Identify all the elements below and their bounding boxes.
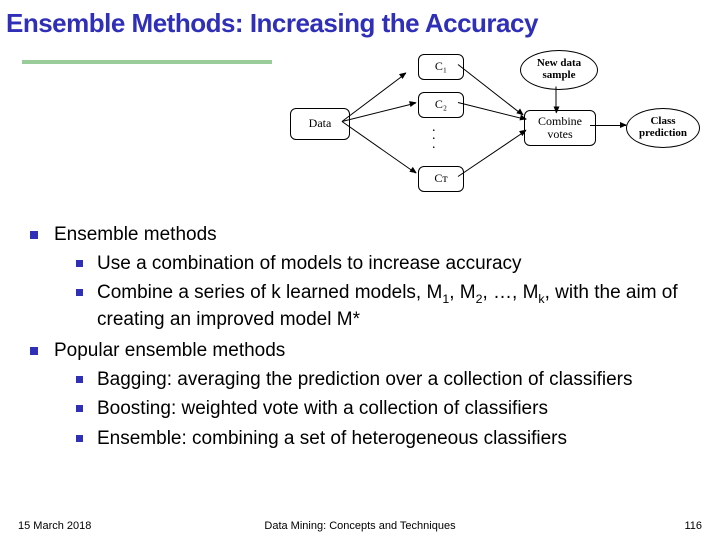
bullet-icon [76,289,83,296]
subbullet-ensemble: Ensemble: combining a set of heterogeneo… [18,426,702,451]
bullet-text: Boosting: weighted vote with a collectio… [97,396,548,421]
bullet-text: Combine a series of k learned models, M1… [97,280,702,332]
subbullet-bagging: Bagging: averaging the prediction over a… [18,367,702,392]
bullet-icon [76,260,83,267]
bullet-text: Ensemble: combining a set of heterogeneo… [97,426,567,451]
fig-c1-box: C₁ [418,54,464,80]
fig-c2-box: C₂ [418,92,464,118]
fig-arrow-combine-pred [590,125,626,126]
bullet-text: Popular ensemble methods [54,338,285,363]
subbullet-combine-series: Combine a series of k learned models, M1… [18,280,702,332]
subbullet-boosting: Boosting: weighted vote with a collectio… [18,396,702,421]
fig-arrow-c1-combine [458,64,523,115]
bullet-text: Bagging: averaging the prediction over a… [97,367,632,392]
bullet-icon [30,347,38,355]
bullet-popular-methods: Popular ensemble methods [18,338,702,363]
bullet-text: Ensemble methods [54,222,217,247]
footer-title: Data Mining: Concepts and Techniques [18,520,702,532]
body-text: Ensemble methods Use a combination of mo… [18,222,702,455]
fig-new-sample-oval: New data sample [520,50,598,90]
title-underline [22,60,272,64]
text-fragment: Combine a series of k learned models, M [97,282,442,303]
fig-data-box: Data [290,108,350,140]
fig-arrow-sample-combine [556,87,557,113]
slide: Ensemble Methods: Increasing the Accurac… [0,0,720,540]
bullet-icon [76,435,83,442]
ensemble-diagram: Data C₁ C₂ ... Cᴛ New data sample Combin… [290,48,700,208]
bullet-icon [76,376,83,383]
footer: 15 March 2018 Data Mining: Concepts and … [18,520,702,532]
fig-ct-box: Cᴛ [418,166,464,192]
text-fragment: , …, M [482,282,538,303]
fig-arrow-data-c1 [342,73,406,122]
bullet-ensemble-methods: Ensemble methods [18,222,702,247]
text-fragment: , M [449,282,475,303]
fig-arrow-ct-combine [458,130,527,177]
fig-dots: ... [432,124,436,149]
fig-combine-box: Combine votes [524,110,596,146]
fig-arrow-data-ct [342,121,416,173]
bullet-icon [76,405,83,412]
bullet-text: Use a combination of models to increase … [97,251,522,276]
fig-prediction-oval: Class prediction [626,108,700,148]
bullet-icon [30,231,38,239]
slide-title: Ensemble Methods: Increasing the Accurac… [6,8,714,39]
subbullet-combination: Use a combination of models to increase … [18,251,702,276]
